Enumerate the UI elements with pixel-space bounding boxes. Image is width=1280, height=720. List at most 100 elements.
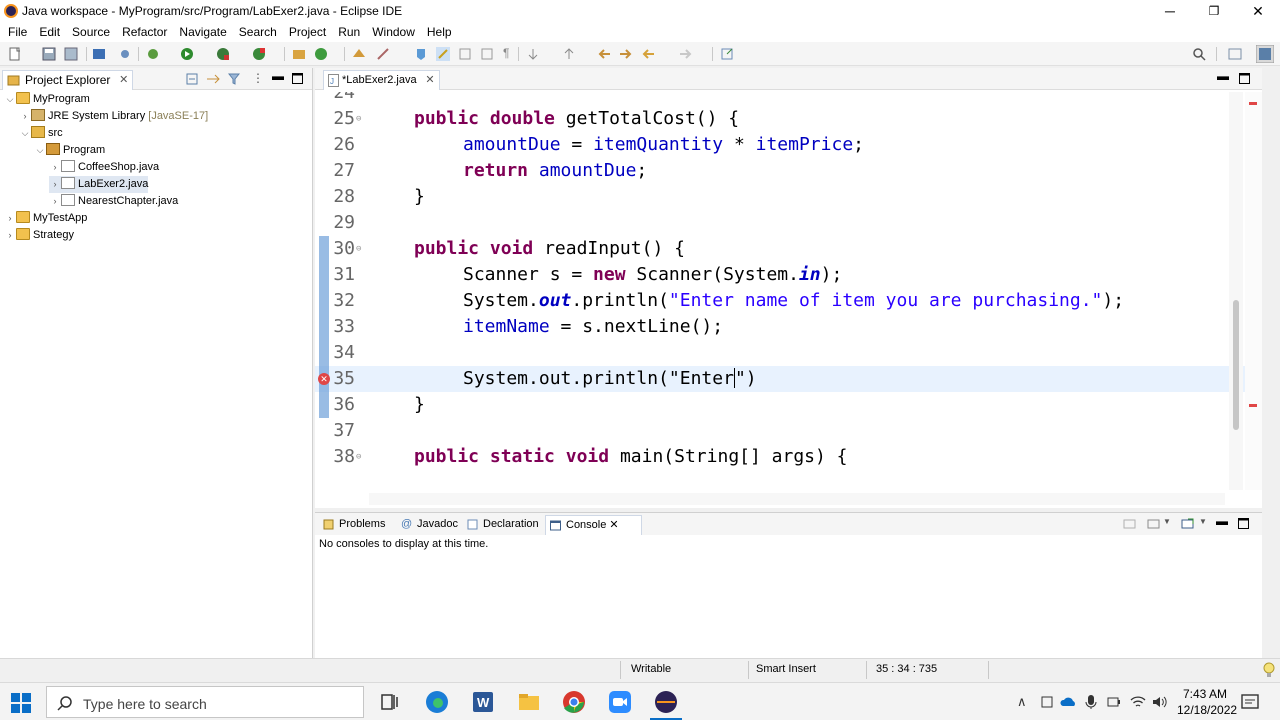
zoom-icon[interactable]: [608, 690, 632, 714]
code-line[interactable]: 30 ⊖ public void readInput() {: [315, 236, 1245, 262]
save-all-icon[interactable]: [64, 47, 78, 61]
fold-toggle-icon[interactable]: ⊖: [356, 444, 361, 470]
tree-item[interactable]: › CoffeeShop.java: [49, 159, 159, 176]
tree-item[interactable]: › MyTestApp: [4, 210, 87, 227]
previous-annotation-icon[interactable]: [562, 47, 576, 61]
edge-browser-icon[interactable]: [425, 690, 449, 714]
toggle-mark-occurrences-icon[interactable]: [436, 47, 450, 61]
code-line[interactable]: 32 System.out.println("Enter name of item…: [315, 288, 1245, 314]
show-whitespace-icon[interactable]: ¶: [503, 46, 509, 60]
taskbar-search-box[interactable]: Type here to search: [46, 686, 364, 718]
java-perspective-icon[interactable]: [1256, 45, 1274, 63]
close-button[interactable]: ✕: [1236, 0, 1280, 22]
close-icon[interactable]: ✕: [609, 519, 618, 531]
menu-project[interactable]: Project: [285, 25, 334, 39]
menu-run[interactable]: Run: [334, 25, 368, 39]
code-line[interactable]: 29: [315, 210, 1245, 236]
scrollbar-thumb[interactable]: [1233, 300, 1239, 430]
code-line[interactable]: 24: [315, 92, 1245, 106]
code-line[interactable]: 31 Scanner s = new Scanner(System.in);: [315, 262, 1245, 288]
chevron-down-icon[interactable]: ▼: [1163, 517, 1171, 526]
error-marker[interactable]: [1249, 102, 1257, 105]
tab-javadoc[interactable]: @ Javadoc: [397, 515, 458, 535]
menu-window[interactable]: Window: [368, 25, 423, 39]
code-line[interactable]: 26 amountDue = itemQuantity * itemPrice;: [315, 132, 1245, 158]
new-java-class-icon[interactable]: [314, 47, 328, 61]
fold-toggle-icon[interactable]: ⊖: [356, 236, 361, 262]
horizontal-scrollbar[interactable]: [369, 493, 1225, 505]
pin-editor-icon[interactable]: [720, 47, 734, 61]
forward-icon[interactable]: [678, 47, 692, 61]
open-type-icon[interactable]: [352, 47, 366, 61]
toggle-block-selection-icon[interactable]: [458, 47, 472, 61]
display-console-icon[interactable]: [1147, 518, 1160, 530]
skip-breakpoints-icon[interactable]: [118, 47, 132, 61]
new-file-icon[interactable]: [8, 47, 22, 61]
restore-button[interactable]: ❐: [1192, 0, 1236, 22]
chevron-down-icon[interactable]: ⌵: [19, 125, 31, 142]
run-icon[interactable]: [180, 47, 194, 61]
menu-navigate[interactable]: Navigate: [175, 25, 234, 39]
last-edit-location-icon[interactable]: [598, 47, 612, 61]
maximize-view-icon[interactable]: [1238, 518, 1249, 529]
view-menu-icon[interactable]: ⋮: [252, 71, 264, 85]
tree-item[interactable]: ⌵ MyProgram: [4, 91, 90, 108]
menu-file[interactable]: File: [4, 25, 35, 39]
new-java-project-icon[interactable]: [292, 47, 306, 61]
onedrive-icon[interactable]: [1060, 696, 1078, 708]
minimize-editor-icon[interactable]: ▬: [1217, 69, 1229, 83]
code-line[interactable]: 33 itemName = s.nextLine();: [315, 314, 1245, 340]
minimize-view-icon[interactable]: ▬: [272, 69, 284, 83]
link-with-editor-icon[interactable]: [206, 73, 220, 85]
editor-tab-labexer2[interactable]: J *LabExer2.java ✕: [323, 70, 440, 90]
save-icon[interactable]: [42, 47, 56, 61]
microphone-icon[interactable]: [1085, 694, 1097, 710]
coverage-icon[interactable]: [216, 47, 230, 61]
close-icon[interactable]: ✕: [119, 71, 128, 89]
terminal-icon[interactable]: [92, 47, 106, 61]
back-icon[interactable]: [642, 47, 656, 61]
chevron-right-icon[interactable]: ›: [4, 210, 16, 227]
tab-problems[interactable]: Problems: [319, 515, 385, 535]
annotation-icon[interactable]: [414, 47, 428, 61]
code-line[interactable]: 37: [315, 418, 1245, 444]
tip-lightbulb-icon[interactable]: [1262, 662, 1276, 678]
vertical-scrollbar[interactable]: [1229, 92, 1243, 490]
word-icon[interactable]: W: [471, 690, 495, 714]
eclipse-icon[interactable]: [654, 690, 678, 714]
external-tools-icon[interactable]: [252, 47, 266, 61]
chrome-icon[interactable]: [562, 690, 586, 714]
open-perspective-icon[interactable]: [1228, 47, 1242, 61]
tree-item[interactable]: › Strategy: [4, 227, 74, 244]
debug-icon[interactable]: [146, 47, 160, 61]
close-icon[interactable]: ✕: [425, 71, 434, 89]
maximize-view-icon[interactable]: [292, 73, 303, 84]
code-line[interactable]: 25 ⊖ public double getTotalCost() {: [315, 106, 1245, 132]
chevron-right-icon[interactable]: ›: [4, 227, 16, 244]
menu-edit[interactable]: Edit: [35, 25, 68, 39]
chevron-down-icon[interactable]: ⌵: [34, 142, 46, 159]
search-icon[interactable]: [1192, 47, 1206, 61]
maximize-editor-icon[interactable]: [1239, 73, 1250, 84]
menu-source[interactable]: Source: [68, 25, 118, 39]
chevron-right-icon[interactable]: ›: [49, 193, 61, 210]
taskbar-clock[interactable]: 7:43 AM 12/18/2022: [1177, 686, 1237, 718]
code-line[interactable]: ✕ 35 System.out.println("Enter"): [315, 366, 1245, 392]
word-wrap-icon[interactable]: [480, 47, 494, 61]
code-line[interactable]: 34: [315, 340, 1245, 366]
tree-item[interactable]: › LabExer2.java: [49, 176, 149, 193]
code-line[interactable]: 28}: [315, 184, 1245, 210]
chevron-down-icon[interactable]: ⌵: [4, 91, 16, 108]
next-annotation-icon[interactable]: [526, 47, 540, 61]
collapse-all-icon[interactable]: [186, 73, 198, 85]
code-editor[interactable]: 24 25 ⊖ public double getTotalCost() {26 amo…: [315, 92, 1245, 490]
open-console-icon[interactable]: [1181, 518, 1194, 530]
show-hidden-icons-icon[interactable]: ∧: [1017, 694, 1027, 710]
chevron-right-icon[interactable]: ›: [49, 176, 61, 193]
tree-item[interactable]: › NearestChapter.java: [49, 193, 178, 210]
windows-start-icon[interactable]: [11, 693, 31, 713]
notifications-icon[interactable]: [1241, 693, 1259, 711]
tab-console[interactable]: Console ✕: [545, 515, 642, 535]
tree-item[interactable]: › JRE System Library [JavaSE-17]: [19, 108, 208, 125]
tree-item[interactable]: ⌵ Program: [34, 142, 105, 159]
